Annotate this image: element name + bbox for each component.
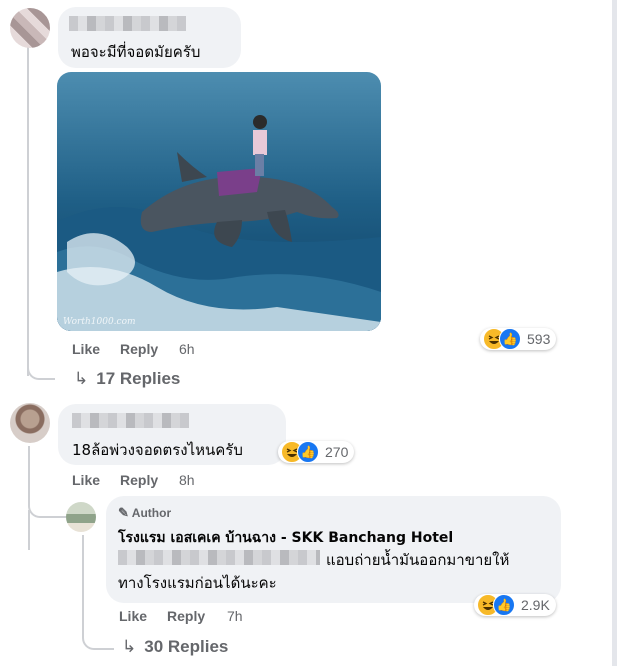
commenter-name[interactable] xyxy=(72,413,189,428)
comment-text: พอจะมีที่จอดมัยครับ xyxy=(71,43,201,61)
reply-author-name[interactable]: โรงแรม เอสเคเค บ้านฉาง - SKK Banchang Ho… xyxy=(118,527,453,549)
comment-timestamp[interactable]: 8h xyxy=(179,472,195,488)
comment-image[interactable]: Worth1000.com xyxy=(57,72,381,331)
reply-button[interactable]: Reply xyxy=(120,472,158,488)
like-button[interactable]: Like xyxy=(119,608,147,624)
reaction-count: 593 xyxy=(527,331,551,347)
reply-arrow-icon: ↳ xyxy=(122,637,137,656)
reaction-count: 270 xyxy=(325,444,349,460)
reaction-count: 2.9K xyxy=(521,597,550,613)
reply-text-line2: ทางโรงแรมก่อนได้นะคะ xyxy=(118,574,277,592)
like-button[interactable]: Like xyxy=(72,341,100,357)
comment-text: 18ล้อพ่วงจอดตรงไหนครับ xyxy=(72,441,243,459)
reaction-summary[interactable]: 👍 270 xyxy=(278,441,355,463)
image-watermark: Worth1000.com xyxy=(63,317,136,327)
dolphin-rider-image: Worth1000.com xyxy=(57,72,381,331)
page-avatar[interactable] xyxy=(66,502,96,532)
author-badge: ✎ Author xyxy=(118,505,172,520)
replies-count-label: 30 Replies xyxy=(144,637,229,656)
view-replies-link[interactable]: ↳ 30 Replies xyxy=(122,637,228,657)
pencil-icon: ✎ xyxy=(118,505,129,520)
reply-button[interactable]: Reply xyxy=(120,341,158,357)
commenter-name[interactable] xyxy=(69,16,186,31)
reply-arrow-icon: ↳ xyxy=(74,369,89,388)
replies-count-label: 17 Replies xyxy=(96,369,181,388)
comment-timestamp[interactable]: 7h xyxy=(227,608,243,624)
reaction-summary[interactable]: 👍 593 xyxy=(480,328,557,350)
thread-line xyxy=(82,628,114,650)
view-replies-link[interactable]: ↳ 17 Replies xyxy=(74,369,180,389)
scrollbar[interactable] xyxy=(612,0,617,666)
mentioned-name[interactable] xyxy=(118,550,320,565)
reply-button[interactable]: Reply xyxy=(167,608,205,624)
thread-line xyxy=(27,46,29,376)
like-icon: 👍 xyxy=(499,328,521,350)
avatar[interactable] xyxy=(10,8,50,48)
avatar[interactable] xyxy=(10,403,50,443)
like-button[interactable]: Like xyxy=(72,472,100,488)
thread-line xyxy=(27,360,55,380)
like-icon: 👍 xyxy=(297,441,319,463)
thread-line xyxy=(28,510,30,550)
comment-timestamp[interactable]: 6h xyxy=(179,341,195,357)
reaction-summary[interactable]: 👍 2.9K xyxy=(474,594,556,616)
thread-line xyxy=(82,535,84,635)
reply-text-line1: แอบถ่ายน้ำมันออกมาขายให้ xyxy=(326,551,510,569)
like-icon: 👍 xyxy=(493,594,515,616)
